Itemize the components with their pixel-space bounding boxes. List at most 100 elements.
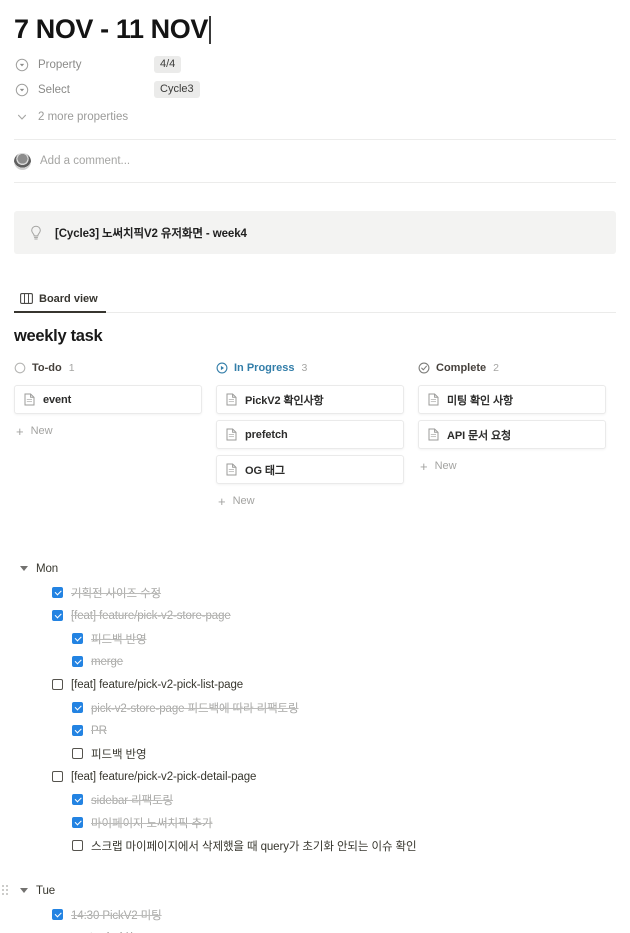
page-icon [24,393,36,406]
checklist-item-label: pick-v2-store-page 피드백에 따라 리팩토링 [91,702,299,715]
checklist-item-label: 스크랩 마이페이지에서 삭제했을 때 query가 초기화 안되는 이슈 확인 [91,840,417,853]
add-new-card-button[interactable]: + New [14,420,202,442]
checklist-item[interactable]: pick-v2-store-page 피드백에 따라 리팩토링 [72,696,616,719]
board-column-header[interactable]: To-do 1 [14,358,202,378]
text-cursor [208,16,211,44]
checklist-item-label: [feat] feature/pick-v2-pick-detail-page [71,770,257,783]
checklist-item[interactable]: 피드백 반영 [72,742,616,765]
board-card[interactable]: prefetch [216,420,404,449]
drag-handle-icon[interactable] [2,884,10,897]
checklist-item[interactable]: 14:30 PickV2 미팅 [52,903,616,926]
checklist-item-label: [feat] feature/pick-v2-store-page [71,609,231,622]
toggle-item-label: 논의 사항 [89,930,134,933]
checkbox-checked[interactable] [52,610,63,621]
checklist-item-label: 피드백 반영 [91,748,147,761]
board-column-todo: To-do 1 event + New [14,358,202,512]
checkbox-checked[interactable] [72,633,83,644]
property-row-select[interactable]: Select Cycle3 [14,77,616,102]
toggle-group-mon[interactable]: Mon [14,556,616,581]
circle-empty-icon [14,362,26,374]
board-card[interactable]: PickV2 확인사항 [216,385,404,414]
checkbox-checked[interactable] [72,817,83,828]
checklist-item[interactable]: [feat] feature/pick-v2-store-page [52,604,616,627]
board-card[interactable]: OG 태그 [216,455,404,484]
page-icon [226,428,238,441]
board-card-label: prefetch [245,428,288,441]
board-column-header[interactable]: In Progress 3 [216,358,404,378]
comment-divider [14,182,616,183]
board-card-label: event [43,393,72,406]
callout-block[interactable]: [Cycle3] 노써치픽V2 유저화면 - week4 [14,211,616,254]
triangle-down-icon[interactable] [20,888,28,893]
checkbox-checked[interactable] [72,656,83,667]
page-icon [428,393,440,406]
checklist-item[interactable]: sidebar 리팩토링 [72,788,616,811]
board-column-name: In Progress [234,362,295,374]
toggle-item-collapsed[interactable]: 논의 사항 [76,926,616,933]
property-label: Property [38,58,82,71]
tab-board-view-label: Board view [39,292,98,305]
checklist-item[interactable]: 마이페이지 노써치픽 추가 [72,811,616,834]
callout-text: [Cycle3] 노써치픽V2 유저화면 - week4 [55,227,247,240]
plus-icon: + [16,423,24,439]
checkbox-unchecked[interactable] [52,771,63,782]
property-value[interactable]: 4/4 [154,56,182,73]
checklist-item-label: sidebar 리팩토링 [91,794,174,807]
toggle-group-label: Tue [36,884,56,897]
add-new-label: New [30,425,53,437]
toggle-group-tue[interactable]: Tue [2,878,616,903]
checklist-item[interactable]: PR [72,719,616,742]
lightbulb-icon [28,225,44,241]
board-card-label: OG 태그 [245,464,285,477]
checklist-item[interactable]: 스크랩 마이페이지에서 삭제했을 때 query가 초기화 안되는 이슈 확인 [72,834,616,857]
property-value[interactable]: Cycle3 [154,81,200,98]
checklist-item[interactable]: merge [72,650,616,673]
property-row-property[interactable]: Property 4/4 [14,52,616,77]
add-new-label: New [232,495,255,507]
checkbox-checked[interactable] [52,587,63,598]
board-card[interactable]: 미팅 확인 사항 [418,385,606,414]
page-icon [226,463,238,476]
checklist-item-label: 기획전 사이즈 수정 [71,587,162,600]
board-column-header[interactable]: Complete 2 [418,358,606,378]
checkbox-unchecked[interactable] [72,748,83,759]
checklist-item-label: merge [91,655,124,668]
board-view-icon [20,292,33,305]
circle-check-icon [418,362,430,374]
comment-input[interactable]: Add a comment... [40,155,130,167]
more-properties-toggle[interactable]: 2 more properties [14,105,616,129]
triangle-down-icon[interactable] [20,566,28,571]
toggle-group-label: Mon [36,562,59,575]
checklist-item-label: [feat] feature/pick-v2-pick-list-page [71,678,244,691]
add-new-card-button[interactable]: + New [216,490,404,512]
board-column-name: To-do [32,362,62,374]
board-column-in-progress: In Progress 3 PickV2 확인사항 prefetch OG 태그… [216,358,404,512]
checklist-item[interactable]: [feat] feature/pick-v2-pick-list-page [52,673,616,696]
property-label: Select [38,83,70,96]
chevron-down-icon [14,109,30,125]
checklist-item-label: 14:30 PickV2 미팅 [71,909,162,922]
board-view-tabs: Board view [14,286,616,313]
checklist-item[interactable]: 피드백 반영 [72,627,616,650]
board-title[interactable]: weekly task [14,327,616,346]
plus-icon: + [218,493,226,509]
board-card[interactable]: API 문서 요청 [418,420,606,449]
tab-board-view[interactable]: Board view [14,292,106,313]
checkbox-checked[interactable] [72,725,83,736]
checkbox-unchecked[interactable] [72,840,83,851]
page-title[interactable]: 7 NOV - 11 NOV [14,12,208,46]
checkbox-checked[interactable] [72,702,83,713]
more-properties-label: 2 more properties [38,111,129,123]
select-property-icon [14,82,30,98]
board-card-label: PickV2 확인사항 [245,394,324,407]
add-comment-row[interactable]: Add a comment... [0,140,630,182]
board-card[interactable]: event [14,385,202,414]
board-card-label: API 문서 요청 [447,429,512,442]
checkbox-checked[interactable] [52,909,63,920]
checklist-item[interactable]: 기획전 사이즈 수정 [52,581,616,604]
checklist-item[interactable]: [feat] feature/pick-v2-pick-detail-page [52,765,616,788]
checkbox-checked[interactable] [72,794,83,805]
add-new-card-button[interactable]: + New [418,455,606,477]
board-column-name: Complete [436,362,487,374]
checkbox-unchecked[interactable] [52,679,63,690]
